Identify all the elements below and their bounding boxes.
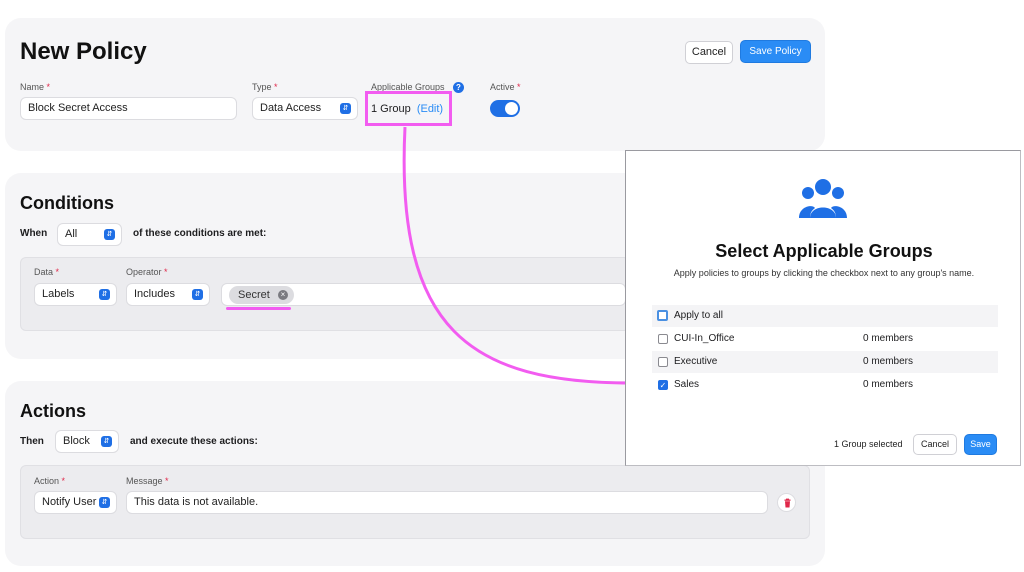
group-members: 0 members (863, 333, 914, 344)
modal-description: Apply policies to groups by clicking the… (673, 268, 975, 278)
group-checkbox[interactable] (658, 357, 668, 367)
group-name: Executive (674, 356, 718, 367)
modal-title: Select Applicable Groups (715, 241, 933, 261)
chevron-updown-icon: ⇵ (340, 103, 351, 114)
type-label: Type * (252, 82, 278, 92)
action-select-value: Notify User (42, 496, 97, 508)
selected-count: 1 Group selected (834, 439, 903, 449)
match-select[interactable]: All ⇵ (57, 223, 122, 246)
tag-chip: Secret × (229, 286, 294, 304)
data-select-value: Labels (42, 288, 75, 300)
chevron-updown-icon: ⇵ (99, 497, 110, 508)
modal-cancel-button[interactable]: Cancel (913, 434, 957, 455)
actions-suffix: and execute these actions: (130, 436, 258, 447)
group-row-cui-in-office[interactable]: CUI-In_Office 0 members (652, 328, 998, 350)
group-checkbox[interactable] (658, 334, 668, 344)
message-field[interactable]: This data is not available. (126, 491, 768, 514)
cancel-button[interactable]: Cancel (685, 41, 733, 64)
group-name: Sales (674, 379, 700, 390)
data-select[interactable]: Labels ⇵ (34, 283, 117, 306)
page-title: New Policy (20, 38, 147, 65)
conditions-title: Conditions (20, 193, 114, 213)
conditions-suffix: of these conditions are met: (133, 228, 267, 239)
operator-select-value: Includes (134, 288, 175, 300)
action-type-select[interactable]: Block ⇵ (55, 430, 119, 453)
remove-tag-icon[interactable]: × (278, 290, 288, 300)
save-policy-button[interactable]: Save Policy (740, 40, 811, 63)
groups-edit-link[interactable]: (Edit) (417, 103, 443, 115)
help-icon[interactable]: ? (453, 82, 464, 93)
chevron-updown-icon: ⇵ (101, 436, 112, 447)
operator-select[interactable]: Includes ⇵ (126, 283, 210, 306)
chevron-updown-icon: ⇵ (104, 229, 115, 240)
chevron-updown-icon: ⇵ (99, 289, 110, 300)
apply-all-checkbox[interactable] (657, 310, 668, 321)
active-toggle[interactable] (490, 100, 520, 117)
modal-save-button[interactable]: Save (964, 434, 997, 455)
match-select-value: All (65, 228, 78, 240)
active-label: Active * (490, 82, 521, 92)
tag-underline (226, 307, 291, 310)
action-select[interactable]: Notify User ⇵ (34, 491, 117, 514)
group-row-apply-all[interactable]: Apply to all (652, 305, 998, 327)
type-select[interactable]: Data Access ⇵ (252, 97, 358, 120)
type-select-value: Data Access (260, 102, 322, 114)
message-label: Message * (126, 476, 169, 486)
action-type-value: Block (63, 435, 90, 447)
name-label: Name * (20, 82, 51, 92)
group-members: 0 members (863, 379, 914, 390)
data-label: Data * (34, 267, 60, 277)
group-row-executive[interactable]: Executive 0 members (652, 351, 998, 373)
group-name: Apply to all (674, 310, 723, 321)
group-name: CUI-In_Office (674, 333, 735, 344)
actions-title: Actions (20, 401, 87, 421)
group-icon (799, 178, 847, 220)
trash-icon[interactable] (777, 493, 796, 512)
tag-chip-label: Secret (238, 289, 270, 301)
groups-value: 1 Group (Edit) (371, 103, 444, 115)
group-members: 0 members (863, 356, 914, 367)
name-field[interactable]: Block Secret Access (20, 97, 237, 120)
group-row-sales[interactable]: ✓ Sales 0 members (652, 374, 998, 396)
chevron-updown-icon: ⇵ (192, 289, 203, 300)
toggle-knob (505, 102, 518, 115)
when-label: When (20, 228, 48, 239)
select-groups-modal: Select Applicable Groups Apply policies … (625, 150, 1021, 466)
operator-label: Operator * (126, 267, 168, 277)
group-checkbox-checked[interactable]: ✓ (658, 380, 668, 390)
action-label: Action * (34, 476, 66, 486)
then-label: Then (20, 436, 44, 447)
